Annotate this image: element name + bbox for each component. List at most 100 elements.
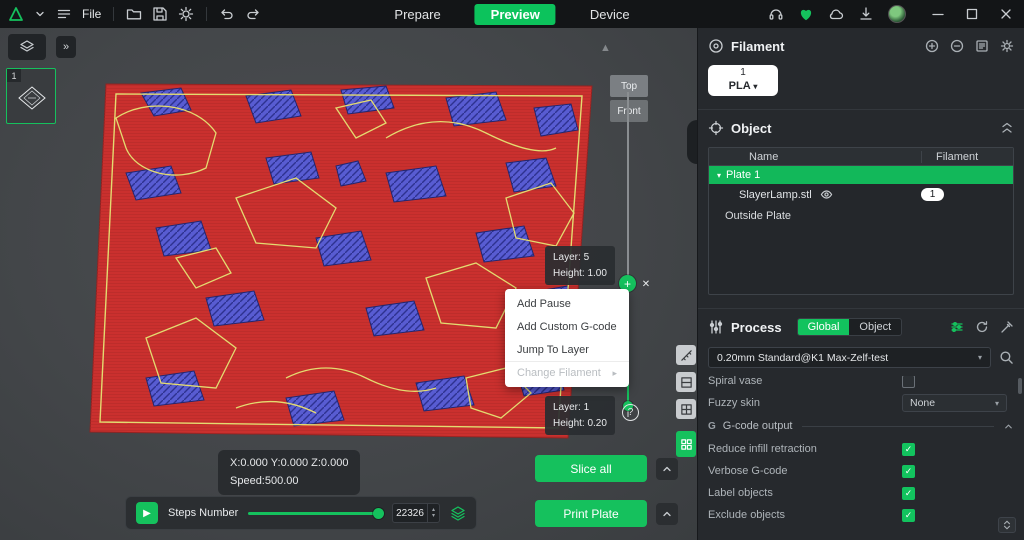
view-front-button[interactable]: Front xyxy=(610,100,648,122)
plate-row-label: Plate 1 xyxy=(726,169,760,181)
open-folder-icon[interactable] xyxy=(126,6,142,22)
table-row-outside-plate[interactable]: Outside Plate xyxy=(709,205,1013,226)
object-filament-badge[interactable]: 1 xyxy=(921,188,944,201)
apps-panel-button[interactable] xyxy=(676,431,696,457)
play-button[interactable]: ▶ xyxy=(136,502,158,524)
app-logo-icon[interactable] xyxy=(8,6,24,22)
tune-params-icon[interactable] xyxy=(950,320,964,334)
section-divider xyxy=(698,109,1024,110)
menu-item-jump-to-layer[interactable]: Jump To Layer xyxy=(505,338,629,361)
table-row-plate-1[interactable]: ▾ Plate 1 xyxy=(709,166,1013,184)
process-title: Process xyxy=(731,320,782,335)
steps-value[interactable]: 22326 xyxy=(393,508,427,519)
download-icon[interactable] xyxy=(858,6,874,22)
menu-item-change-filament[interactable]: Change Filament ▸ xyxy=(505,361,629,384)
mode-tabs: Prepare Preview Device xyxy=(384,0,639,28)
settings-scrollbar[interactable] xyxy=(1018,378,1022,394)
collapse-all-icon[interactable] xyxy=(1000,121,1014,135)
process-scope-toggle: Global Object xyxy=(797,318,903,336)
chevron-down-icon[interactable] xyxy=(34,8,46,20)
expand-panel-button[interactable] xyxy=(998,517,1016,533)
setting-label: Reduce infill retraction xyxy=(708,443,817,455)
search-preset-icon[interactable] xyxy=(999,350,1014,365)
expand-triangle-icon[interactable]: ▾ xyxy=(717,171,721,180)
checkbox-verbose-gcode[interactable]: ✓ xyxy=(902,465,915,478)
steps-slider-knob[interactable] xyxy=(373,508,384,519)
advanced-params-icon[interactable] xyxy=(1000,320,1014,334)
gcode-preview-canvas[interactable] xyxy=(86,78,598,444)
menu-icon[interactable] xyxy=(56,6,72,22)
setting-fuzzy-skin: Fuzzy skin None ▾ xyxy=(708,392,1014,414)
remove-filament-icon[interactable] xyxy=(950,39,964,53)
help-button[interactable]: ? xyxy=(622,404,639,421)
stepper-down-icon[interactable]: ▾ xyxy=(432,513,435,519)
print-plate-button[interactable]: Print Plate xyxy=(535,500,647,527)
layer-tooltip-bottom-layer: Layer: 1 xyxy=(553,400,607,416)
section-view-button[interactable] xyxy=(676,372,696,392)
maximize-icon[interactable] xyxy=(964,6,980,22)
redo-icon[interactable] xyxy=(245,6,261,22)
panel-collapse-handle[interactable] xyxy=(687,120,697,164)
filament-material-dropdown[interactable]: PLA ▾ xyxy=(708,80,778,94)
slider-close-icon[interactable]: ✕ xyxy=(639,277,653,291)
pan-up-arrow-icon[interactable]: ▲ xyxy=(600,42,611,54)
layer-stack-icon[interactable] xyxy=(450,505,466,521)
chevron-up-icon[interactable] xyxy=(1003,421,1014,432)
tab-device[interactable]: Device xyxy=(580,4,640,25)
checkbox-reduce-infill-retraction[interactable]: ✓ xyxy=(902,443,915,456)
add-filament-icon[interactable] xyxy=(925,39,939,53)
minimize-icon[interactable] xyxy=(930,6,946,22)
visibility-eye-icon[interactable] xyxy=(820,188,833,201)
reset-params-icon[interactable] xyxy=(975,320,989,334)
chevron-up-icon xyxy=(661,508,673,520)
headset-support-icon[interactable] xyxy=(768,6,784,22)
tab-prepare[interactable]: Prepare xyxy=(384,4,450,25)
grid-view-button[interactable] xyxy=(676,399,696,419)
gcode-output-group[interactable]: G G-code output xyxy=(708,414,1014,438)
setting-label: Verbose G-code xyxy=(708,465,788,477)
view-top-button[interactable]: Top xyxy=(610,75,648,97)
checkbox-exclude-objects[interactable]: ✓ xyxy=(902,509,915,522)
undo-icon[interactable] xyxy=(219,6,235,22)
layer-tooltip-top-height: Height: 1.00 xyxy=(553,266,607,282)
slice-options-button[interactable] xyxy=(656,458,678,480)
filament-settings-gear-icon[interactable] xyxy=(1000,39,1014,53)
cloud-icon[interactable] xyxy=(828,6,844,22)
right-panel: Filament 1 PLA ▾ Object Name Filament xyxy=(697,28,1024,540)
plate-thumbnail-preview xyxy=(15,81,49,115)
checkbox-spiral-vase[interactable] xyxy=(902,376,915,388)
checkbox-label-objects[interactable]: ✓ xyxy=(902,487,915,500)
fuzzy-skin-select[interactable]: None ▾ xyxy=(902,394,1007,412)
steps-value-box[interactable]: 22326 ▴ ▾ xyxy=(392,503,440,523)
save-icon[interactable] xyxy=(152,6,168,22)
scope-object[interactable]: Object xyxy=(849,319,901,335)
layer-context-menu: Add Pause Add Custom G-code Jump To Laye… xyxy=(505,289,629,387)
favorites-heart-icon[interactable] xyxy=(798,6,814,22)
filament-slot-1[interactable]: 1 PLA ▾ xyxy=(708,65,778,96)
expand-toolbar-button[interactable]: » xyxy=(56,36,76,58)
measure-tool-button[interactable] xyxy=(676,345,696,365)
file-menu[interactable]: File xyxy=(82,7,101,21)
user-avatar[interactable] xyxy=(888,5,906,23)
flush-options-icon[interactable] xyxy=(975,39,989,53)
group-divider xyxy=(802,426,995,427)
menu-item-add-custom-gcode[interactable]: Add Custom G-code xyxy=(505,315,629,338)
print-options-button[interactable] xyxy=(656,503,678,525)
plate-thumbnail[interactable]: 1 xyxy=(6,68,56,124)
slice-all-button[interactable]: Slice all xyxy=(535,455,647,482)
steps-slider[interactable] xyxy=(248,512,382,515)
table-row-object[interactable]: SlayerLamp.stl 1 xyxy=(709,184,1013,205)
preview-viewport[interactable]: » 1 ▲ Top Front + ✕ Layer: 5 Height: 1.0… xyxy=(0,28,697,540)
preset-value: 0.20mm Standard@K1 Max-Zelf-test xyxy=(717,352,888,364)
tab-preview[interactable]: Preview xyxy=(475,4,556,25)
menu-item-add-pause[interactable]: Add Pause xyxy=(505,292,629,315)
close-icon[interactable] xyxy=(998,6,1014,22)
plate-list-button[interactable] xyxy=(8,34,46,60)
fuzzy-skin-value: None xyxy=(910,397,935,409)
preset-select[interactable]: 0.20mm Standard@K1 Max-Zelf-test ▾ xyxy=(708,347,991,368)
layers-icon xyxy=(19,39,35,55)
expand-vertical-icon xyxy=(1002,520,1012,530)
settings-gear-icon[interactable] xyxy=(178,6,194,22)
scope-global[interactable]: Global xyxy=(798,319,850,335)
object-name: SlayerLamp.stl xyxy=(739,189,812,201)
